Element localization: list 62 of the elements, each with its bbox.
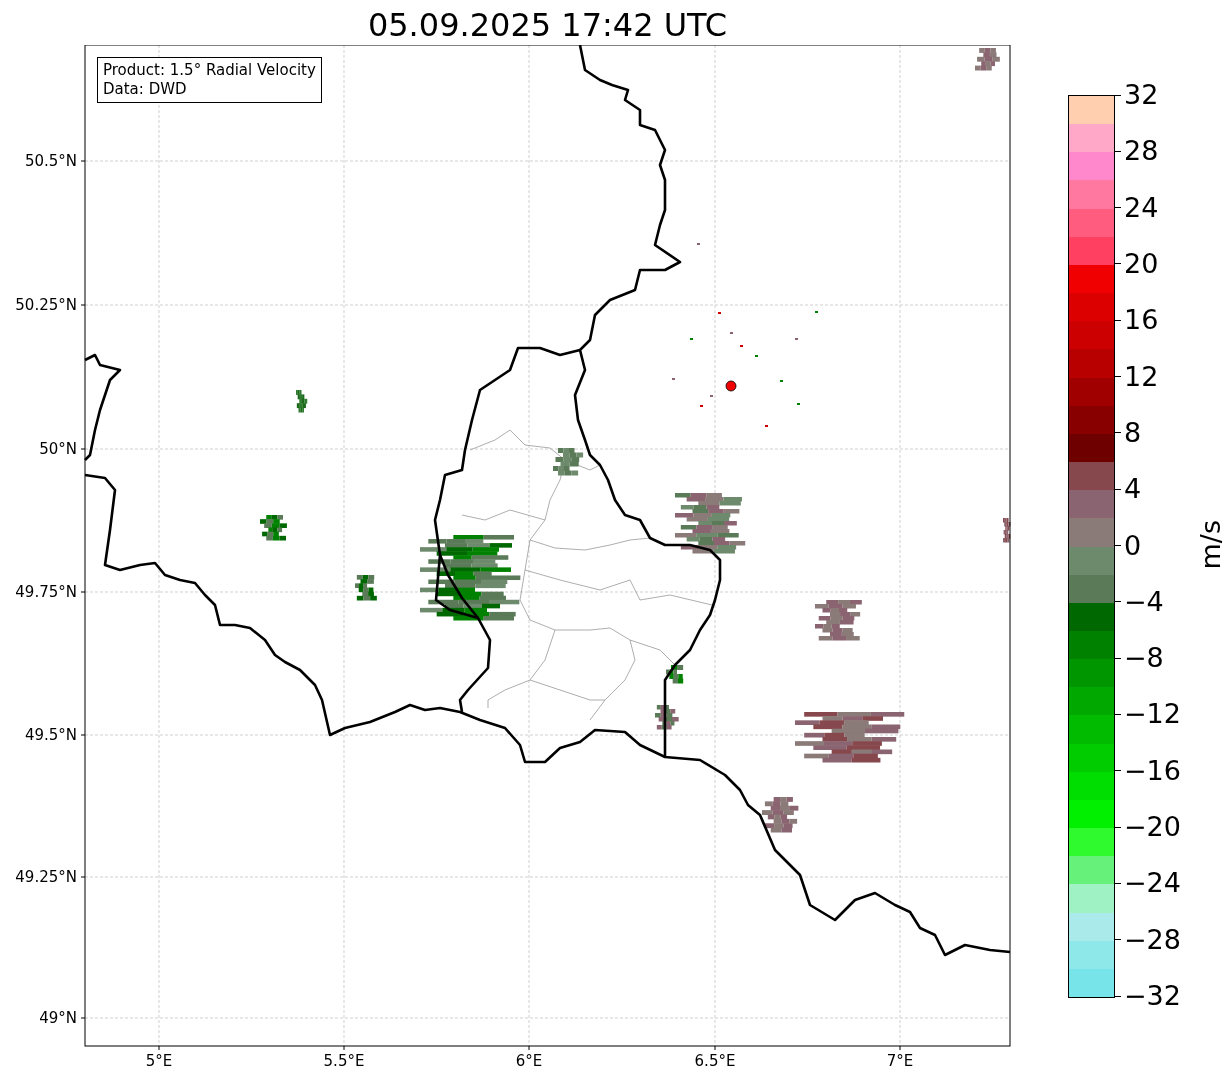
colorbar-tick-label: 4 bbox=[1124, 472, 1142, 507]
colorbar-tick-label: 20 bbox=[1124, 246, 1159, 281]
tick-mark bbox=[1115, 826, 1121, 828]
tick-mark bbox=[1115, 94, 1121, 96]
radar-echo-patch bbox=[1003, 518, 1011, 543]
colorbar-tick-label: −16 bbox=[1124, 753, 1181, 788]
tick-mark bbox=[1115, 601, 1121, 603]
radar-echo-patch bbox=[675, 493, 746, 554]
legend-text: Data: DWD bbox=[103, 80, 188, 99]
tick-mark bbox=[1115, 376, 1121, 378]
radar-echo-patch bbox=[975, 48, 1000, 71]
colorbar-tick-label: −12 bbox=[1124, 697, 1181, 732]
colorbar-tick-label: −24 bbox=[1124, 866, 1181, 901]
colorbar-tick-label: −4 bbox=[1124, 584, 1164, 619]
tick-mark bbox=[1115, 319, 1121, 321]
colorbar-tick-label: 32 bbox=[1124, 78, 1159, 112]
latitude-tick-label: 49.5°N bbox=[24, 726, 77, 744]
colorbar-tick-label: 0 bbox=[1124, 528, 1142, 563]
tick-mark bbox=[1115, 995, 1121, 997]
radar-echo-patch bbox=[355, 575, 377, 601]
radar-echo-patch bbox=[553, 448, 584, 476]
colorbar-unit-label: m/s bbox=[1195, 520, 1225, 570]
plot-title: 05.09.2025 17:42 UTC bbox=[367, 5, 728, 45]
longitude-tick-label: 6°E bbox=[515, 1052, 543, 1070]
colorbar-tick-label: 24 bbox=[1124, 190, 1159, 225]
colorbar-tick-label: −20 bbox=[1124, 810, 1181, 845]
latitude-tick-label: 49.75°N bbox=[15, 583, 77, 601]
latitude-tick-label: 49.25°N bbox=[15, 868, 77, 886]
radar-echo-patch bbox=[260, 515, 287, 541]
tick-mark bbox=[1115, 263, 1121, 265]
longitude-tick-label: 5.5°E bbox=[323, 1052, 365, 1070]
radar-echo-patch bbox=[762, 797, 799, 833]
colorbar-tick-label: 28 bbox=[1124, 134, 1159, 169]
colorbar-tick-label: 16 bbox=[1124, 303, 1159, 338]
longitude-tick-label: 7°E bbox=[886, 1052, 914, 1070]
legend-text: Product: 1.5° Radial Velocity bbox=[103, 61, 316, 80]
tick-mark bbox=[1115, 207, 1121, 209]
tick-mark bbox=[1115, 882, 1121, 884]
radar-echo-patch bbox=[655, 705, 679, 730]
radar-echo-patch bbox=[296, 390, 308, 413]
tick-mark bbox=[1115, 488, 1121, 490]
latitude-tick-label: 50.25°N bbox=[15, 296, 77, 314]
latitude-tick-label: 50.5°N bbox=[24, 152, 77, 170]
colorbar-tick-label: 12 bbox=[1124, 359, 1159, 394]
tick-mark bbox=[1115, 713, 1121, 715]
tick-mark bbox=[1115, 770, 1121, 772]
radar-echo-patch bbox=[666, 665, 684, 684]
colorbar-tick-label: 8 bbox=[1124, 415, 1142, 450]
latitude-tick-label: 50°N bbox=[39, 440, 77, 458]
colorbar-tick-label: −8 bbox=[1124, 641, 1164, 676]
tick-mark bbox=[1115, 150, 1121, 152]
colorbar-tick-label: −32 bbox=[1124, 979, 1181, 1013]
longitude-tick-label: 6.5°E bbox=[694, 1052, 736, 1070]
tick-mark bbox=[1115, 545, 1121, 546]
latitude-tick-label: 49°N bbox=[39, 1009, 77, 1027]
tick-mark bbox=[1115, 432, 1121, 434]
longitude-tick-label: 5°E bbox=[145, 1052, 173, 1070]
tick-mark bbox=[1115, 939, 1121, 941]
tick-mark bbox=[1115, 657, 1121, 659]
colorbar-tick-label: −28 bbox=[1124, 922, 1181, 957]
radar-echo-patch bbox=[815, 600, 862, 641]
radar-site-marker bbox=[725, 380, 737, 392]
